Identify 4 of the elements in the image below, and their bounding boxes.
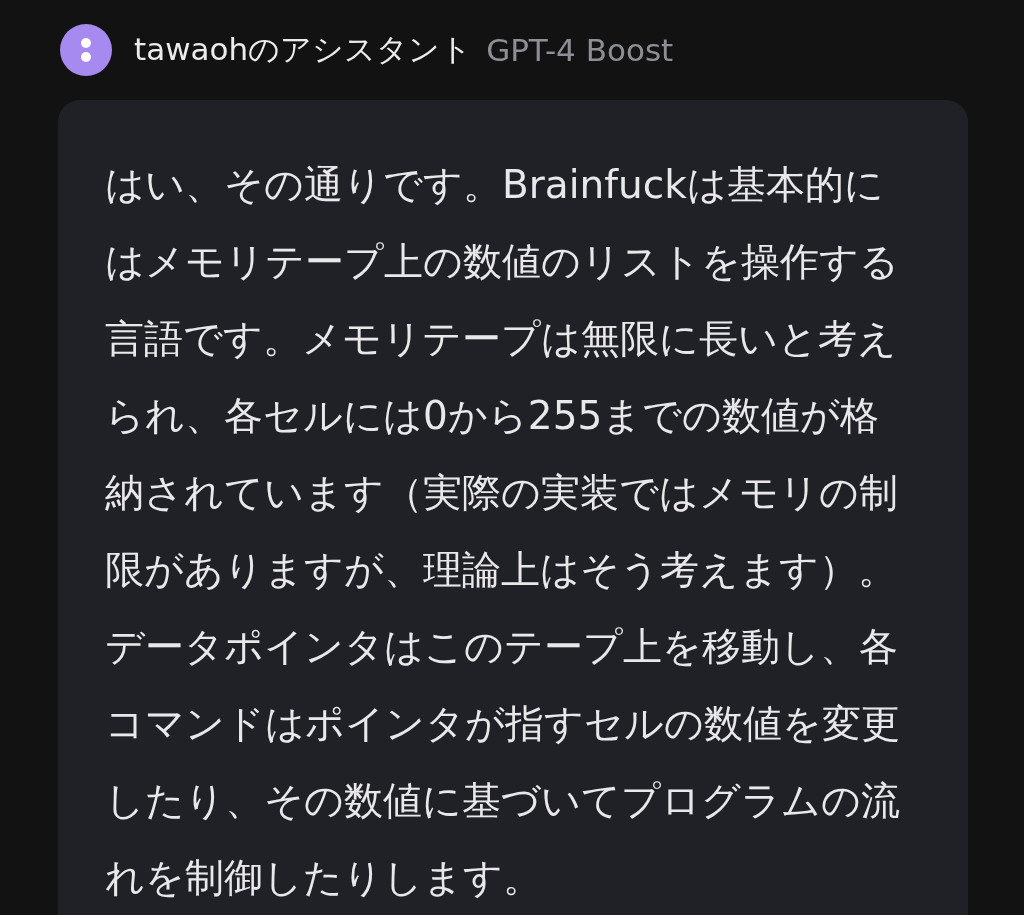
message-text: はい、その通りです。Brainfuckは基本的にはメモリテープ上の数値のリストを操作する言語です。メモリテープは無限に長いと考えられ、各セルには0から255までの数値が格納されています（実際の実装ではメモリの制限がありますが、理論上はそう考えます）。データポインタはこのテープ上を移動し、各コマンドはポインタが指すセルの数値を変更したり、その数値に基づいてプログラムの流れを制御したりします。: [105, 161, 901, 902]
assistant-name: tawaohのアシスタント: [134, 30, 473, 69]
model-label: GPT-4 Boost: [486, 32, 674, 68]
avatar-icon: [60, 24, 112, 76]
